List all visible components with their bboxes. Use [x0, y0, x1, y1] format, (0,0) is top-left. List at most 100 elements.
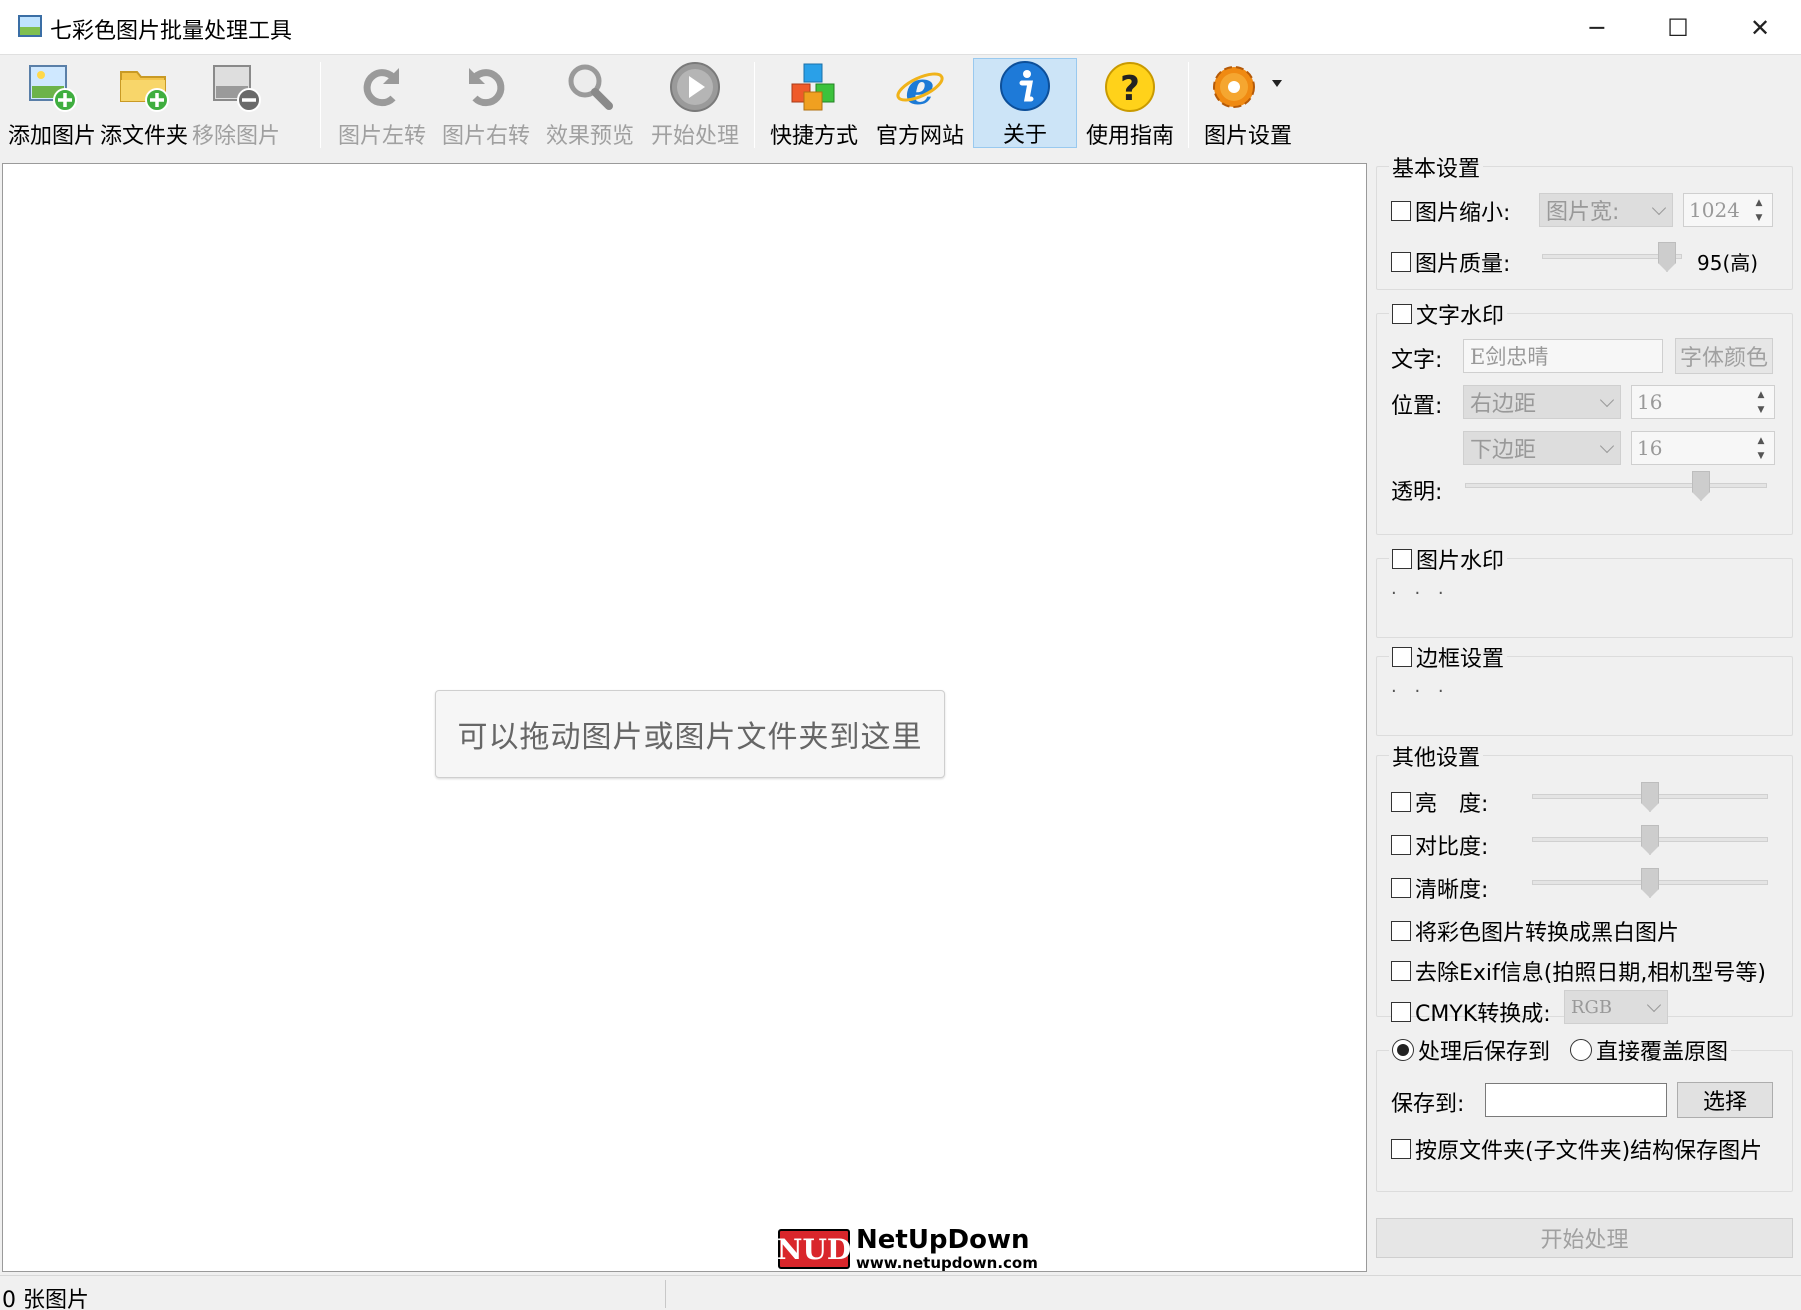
resize-value-stepper[interactable]: 1024 ▲ ▼: [1683, 193, 1773, 227]
guide-button[interactable]: ? 使用指南: [1082, 60, 1178, 149]
text-watermark-checkbox[interactable]: [1392, 304, 1412, 324]
vertical-position-select[interactable]: 下边距: [1463, 431, 1621, 465]
spin-up-icon[interactable]: ▲: [1748, 195, 1770, 210]
opacity-slider[interactable]: [1465, 469, 1767, 503]
overwrite-option-label[interactable]: 直接覆盖原图: [1596, 1034, 1728, 1066]
slider-thumb[interactable]: [1658, 242, 1676, 272]
save-to-radio[interactable]: [1392, 1039, 1414, 1061]
keep-structure-checkbox[interactable]: [1391, 1139, 1411, 1159]
add-image-icon: [25, 60, 79, 114]
basic-settings-group: 基本设置 图片缩小: 图片宽: 1024 ▲ ▼ 图片质量: 95(高): [1376, 151, 1793, 290]
ie-icon: e: [893, 60, 947, 114]
border-settings-more[interactable]: · · ·: [1391, 681, 1450, 702]
cmyk-target-select[interactable]: RGB: [1564, 990, 1668, 1024]
brightness-checkbox[interactable]: [1391, 792, 1411, 812]
image-watermark-group: 图片水印 · · ·: [1376, 543, 1793, 638]
image-watermark-title-row[interactable]: 图片水印: [1389, 543, 1508, 575]
strip-exif-label: 去除Exif信息(拍照日期,相机型号等): [1415, 961, 1766, 986]
rotate-right-icon: [459, 60, 513, 114]
vertical-offset-stepper[interactable]: 16 ▲ ▼: [1631, 431, 1775, 465]
sharpness-checkbox[interactable]: [1391, 878, 1411, 898]
output-mode-row: 处理后保存到 直接覆盖原图: [1389, 1034, 1732, 1066]
add-folder-button[interactable]: 添文件夹: [98, 60, 190, 149]
contrast-slider[interactable]: [1532, 823, 1768, 857]
toolbar-separator: [320, 62, 321, 148]
strip-exif-checkbox[interactable]: [1391, 961, 1411, 981]
resize-value: 1024: [1689, 198, 1740, 222]
save-path-input[interactable]: [1485, 1083, 1667, 1117]
slider-thumb[interactable]: [1641, 868, 1659, 898]
preview-button[interactable]: 效果预览: [544, 60, 636, 149]
font-color-button[interactable]: 字体颜色: [1675, 338, 1773, 374]
quality-slider[interactable]: [1542, 240, 1682, 274]
slider-thumb[interactable]: [1641, 782, 1659, 812]
save-to-option-label[interactable]: 处理后保存到: [1418, 1034, 1550, 1066]
remove-image-button[interactable]: 移除图片: [190, 60, 282, 149]
strip-exif-checkbox-row[interactable]: 去除Exif信息(拍照日期,相机型号等): [1391, 955, 1766, 987]
chevron-down-icon: [1599, 438, 1615, 454]
resize-checkbox-row[interactable]: 图片缩小:: [1391, 195, 1510, 227]
spin-up-icon[interactable]: ▲: [1750, 433, 1772, 448]
border-settings-title-row[interactable]: 边框设置: [1389, 641, 1508, 673]
brightness-slider[interactable]: [1532, 780, 1768, 814]
image-settings-label: 图片设置: [1203, 124, 1292, 149]
contrast-checkbox[interactable]: [1391, 835, 1411, 855]
status-divider: [665, 1280, 666, 1308]
minimize-button[interactable]: ─: [1557, 0, 1637, 55]
start-process-toolbar-button[interactable]: 开始处理: [649, 60, 741, 149]
website-button[interactable]: e 官方网站: [872, 60, 968, 149]
keep-structure-checkbox-row[interactable]: 按原文件夹(子文件夹)结构保存图片: [1391, 1133, 1762, 1165]
add-image-button[interactable]: 添加图片: [6, 60, 98, 149]
horizontal-offset-stepper[interactable]: 16 ▲ ▼: [1631, 385, 1775, 419]
text-watermark-title-row[interactable]: 文字水印: [1389, 298, 1508, 330]
shortcut-button[interactable]: 快捷方式: [766, 60, 862, 149]
svg-text:e: e: [905, 61, 934, 114]
horizontal-position-select[interactable]: 右边距: [1463, 385, 1621, 419]
border-settings-group: 边框设置 · · ·: [1376, 641, 1793, 736]
rotate-left-button[interactable]: 图片左转: [336, 60, 428, 149]
remove-image-label: 移除图片: [191, 124, 280, 149]
chevron-down-icon: [1646, 997, 1662, 1013]
maximize-button[interactable]: ☐: [1638, 0, 1718, 55]
grayscale-checkbox[interactable]: [1391, 921, 1411, 941]
overwrite-radio[interactable]: [1570, 1039, 1593, 1061]
about-button[interactable]: 关于: [973, 58, 1077, 148]
image-watermark-checkbox[interactable]: [1392, 549, 1412, 569]
remove-image-icon: [209, 60, 263, 114]
spin-down-icon[interactable]: ▼: [1750, 402, 1772, 417]
grayscale-checkbox-row[interactable]: 将彩色图片转换成黑白图片: [1391, 915, 1679, 947]
spin-up-icon[interactable]: ▲: [1750, 387, 1772, 402]
help-icon: ?: [1103, 60, 1157, 114]
horizontal-offset-value: 16: [1637, 390, 1663, 414]
keep-structure-label: 按原文件夹(子文件夹)结构保存图片: [1415, 1139, 1763, 1164]
spin-down-icon[interactable]: ▼: [1750, 448, 1772, 463]
cmyk-checkbox[interactable]: [1391, 1002, 1411, 1022]
choose-folder-button[interactable]: 选择: [1677, 1082, 1773, 1118]
watermark-text-input[interactable]: E剑忠晴: [1463, 339, 1663, 373]
brightness-checkbox-row[interactable]: 亮 度:: [1391, 786, 1488, 818]
contrast-checkbox-row[interactable]: 对比度:: [1391, 829, 1488, 861]
quality-label: 图片质量:: [1415, 252, 1511, 277]
watermark-name: NetUpDown: [856, 1225, 1030, 1255]
cmyk-checkbox-row[interactable]: CMYK转换成:: [1391, 996, 1551, 1028]
sharpness-slider[interactable]: [1532, 866, 1768, 900]
image-drop-area[interactable]: 可以拖动图片或图片文件夹到这里 NUD NetUpDown www.netupd…: [2, 163, 1367, 1272]
sharpness-checkbox-row[interactable]: 清晰度:: [1391, 872, 1488, 904]
horizontal-position-value: 右边距: [1470, 392, 1537, 417]
rotate-right-button[interactable]: 图片右转: [440, 60, 532, 149]
border-settings-checkbox[interactable]: [1392, 647, 1412, 667]
quality-checkbox[interactable]: [1391, 252, 1411, 272]
resize-mode-select[interactable]: 图片宽:: [1539, 193, 1673, 227]
settings-panel: 基本设置 图片缩小: 图片宽: 1024 ▲ ▼ 图片质量: 95(高) 文字水…: [1376, 150, 1796, 1270]
vertical-offset-value: 16: [1637, 436, 1663, 460]
quality-checkbox-row[interactable]: 图片质量:: [1391, 246, 1510, 278]
image-watermark-more[interactable]: · · ·: [1391, 583, 1450, 604]
spin-down-icon[interactable]: ▼: [1748, 210, 1770, 225]
start-process-button[interactable]: 开始处理: [1376, 1218, 1793, 1258]
image-settings-button[interactable]: 图片设置: [1198, 60, 1298, 149]
slider-thumb[interactable]: [1641, 825, 1659, 855]
sharpness-label: 清晰度:: [1415, 878, 1489, 903]
resize-checkbox[interactable]: [1391, 201, 1411, 221]
close-button[interactable]: ✕: [1720, 0, 1800, 55]
slider-thumb[interactable]: [1692, 471, 1710, 501]
